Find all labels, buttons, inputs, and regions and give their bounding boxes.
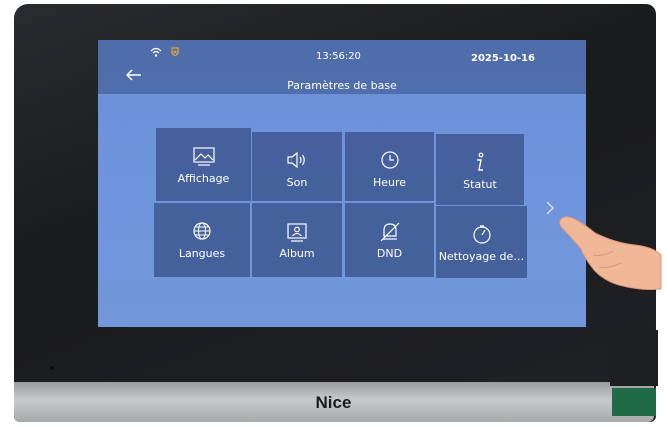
tile-label: Heure xyxy=(372,176,407,189)
wifi-icon xyxy=(150,47,162,57)
info-icon xyxy=(477,152,484,171)
chevron-right-icon xyxy=(546,201,554,215)
shield-icon xyxy=(171,47,179,57)
tile-nettoyage[interactable]: Nettoyage de… xyxy=(436,206,527,278)
sensor xyxy=(50,366,54,370)
tile-dnd[interactable]: DND xyxy=(345,203,434,277)
speaker-icon xyxy=(287,151,305,169)
page-title: Paramètres de base xyxy=(287,79,397,92)
tile-son[interactable]: Son xyxy=(252,132,342,201)
next-page-button[interactable] xyxy=(545,200,555,220)
tile-affichage[interactable]: Affichage xyxy=(156,128,251,201)
timer-icon xyxy=(472,225,491,244)
tile-label: Son xyxy=(286,176,308,189)
tile-label: Affichage xyxy=(177,172,230,185)
tile-heure[interactable]: Heure xyxy=(345,132,434,201)
clock-icon xyxy=(380,151,399,169)
status-icons xyxy=(150,47,184,62)
tile-label: Langues xyxy=(178,247,226,260)
device-corner xyxy=(610,330,658,386)
tile-langues[interactable]: Langues xyxy=(154,203,250,277)
tile-label: Statut xyxy=(463,178,497,191)
tile-statut[interactable]: Statut xyxy=(436,134,524,205)
globe-icon xyxy=(193,222,211,240)
image-icon xyxy=(192,147,215,166)
status-date: 2025-10-16 xyxy=(471,53,535,64)
bell-off-icon xyxy=(380,222,399,242)
tile-label: DND xyxy=(376,247,403,260)
brand-logo: Nice xyxy=(315,393,352,412)
album-icon xyxy=(287,223,307,242)
screen: 13:56:20 2025-10-16 Paramètres de base A… xyxy=(98,40,586,327)
tile-label: Nettoyage de… xyxy=(438,250,525,263)
tile-label: Album xyxy=(279,247,315,260)
tile-album[interactable]: Album xyxy=(252,203,342,277)
pointing-hand xyxy=(555,205,667,299)
status-time: 13:56:20 xyxy=(316,51,361,62)
